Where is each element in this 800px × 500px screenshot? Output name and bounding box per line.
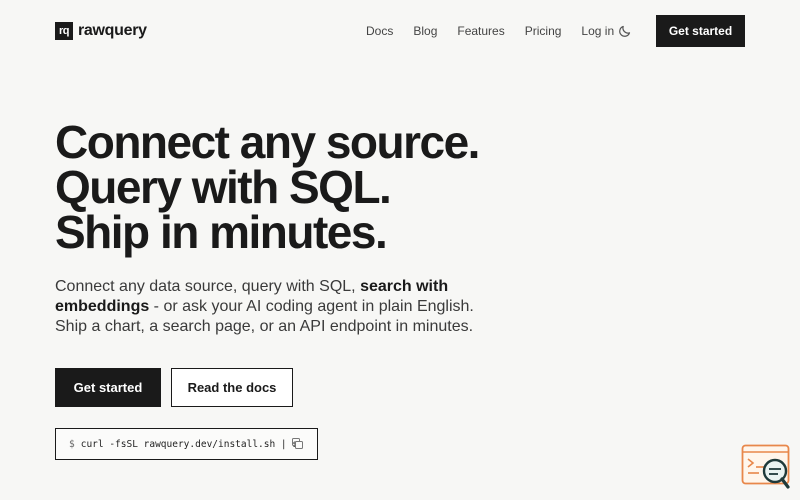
logo-mark: rq [55,22,73,40]
hero-subheading: Connect any data source, query with SQL,… [55,277,495,337]
logo-text: rawquery [78,22,147,39]
read-docs-button[interactable]: Read the docs [171,368,293,407]
header-get-started-button[interactable]: Get started [656,15,745,47]
main-nav: Docs Blog Features Pricing Log in [366,24,634,38]
headline-line-2: Query with SQL. [55,161,392,213]
moon-icon[interactable] [617,23,633,39]
shell-prompt: $ [69,438,75,450]
install-command: curl -fsSL rawquery.dev/install.sh | sh [80,438,304,450]
nav-login[interactable]: Log in [581,24,614,38]
install-command-box[interactable]: $ curl -fsSL rawquery.dev/install.sh | s… [55,428,318,460]
headline-line-3: Ship in minutes. [55,206,388,258]
headline-line-1: Connect any source. [55,116,480,168]
nav-pricing[interactable]: Pricing [525,24,562,38]
copy-icon[interactable] [292,438,303,449]
sub-text-start: Connect any data source, query with SQL, [55,278,361,295]
nav-features[interactable]: Features [457,24,504,38]
get-started-button[interactable]: Get started [55,368,161,407]
hero-headline: Connect any source. Query with SQL. Ship… [55,116,480,258]
logo[interactable]: rq rawquery [55,22,147,40]
nav-docs[interactable]: Docs [366,24,393,38]
chat-search-icon[interactable] [741,444,791,490]
nav-blog[interactable]: Blog [413,24,437,38]
